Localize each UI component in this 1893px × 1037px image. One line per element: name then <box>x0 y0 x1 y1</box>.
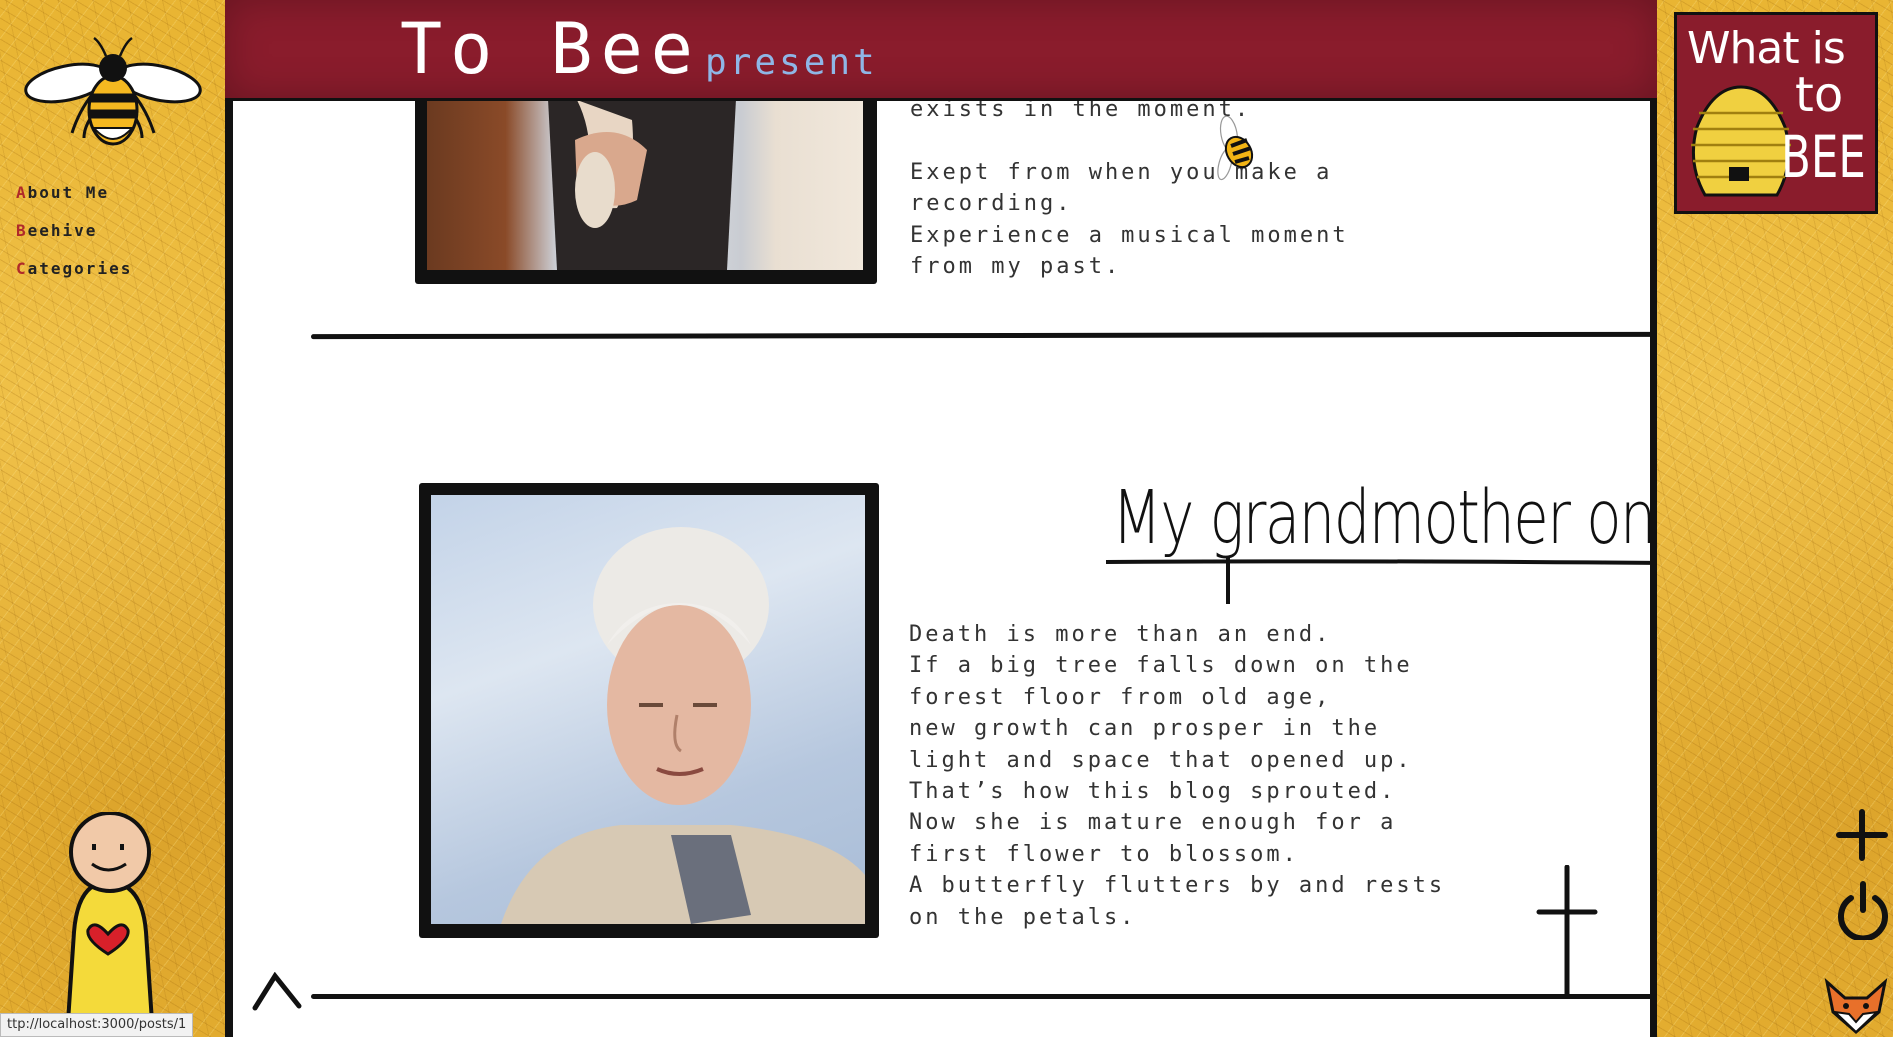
post-2-title[interactable]: My grandmother on a cloud <box>1112 475 1657 561</box>
main-content: exists in the moment. Exept from when yo… <box>225 0 1657 1037</box>
post-divider-2 <box>311 994 1657 999</box>
person-heart-icon[interactable] <box>48 812 168 1022</box>
post-photo-1[interactable] <box>415 80 877 284</box>
main-nav: About Me Beehive Categories <box>16 183 132 297</box>
flying-bee-icon <box>1217 116 1254 181</box>
status-bar-url: ttp://localhost:3000/posts/1 <box>0 1013 194 1037</box>
nav-categories[interactable]: Categories <box>16 259 132 278</box>
cross-icon <box>1536 865 1598 997</box>
fox-icon[interactable] <box>1823 978 1889 1034</box>
title-underline <box>1105 556 1657 604</box>
site-header: To Bee present <box>225 0 1657 101</box>
what-is-to-bee-logo[interactable]: What is to BEE <box>1674 12 1878 214</box>
plus-icon[interactable] <box>1835 808 1889 862</box>
site-subtitle[interactable]: present <box>705 42 878 83</box>
nav-beehive[interactable]: Beehive <box>16 221 132 240</box>
bee-logo-icon[interactable] <box>22 28 204 148</box>
nav-about-me[interactable]: About Me <box>16 183 132 202</box>
grandmother-portrait-illustration <box>501 527 865 924</box>
post-photo-2[interactable] <box>419 483 879 938</box>
post-1-text: exists in the moment. Exept from when yo… <box>910 97 1349 280</box>
logo-line-3: BEE <box>1781 123 1866 191</box>
power-icon[interactable] <box>1835 880 1891 940</box>
man-holding-object-illustration <box>547 80 737 270</box>
logo-line-2: to <box>1795 67 1844 123</box>
scroll-up-caret-icon[interactable] <box>251 972 303 1012</box>
post-2-text: Death is more than an end. If a big tree… <box>909 622 1446 930</box>
right-sidebar: What is to BEE <box>1657 0 1893 1037</box>
post-divider-1 <box>310 331 1657 340</box>
site-title[interactable]: To Bee <box>400 14 701 84</box>
left-sidebar: About Me Beehive Categories <box>0 0 225 1037</box>
